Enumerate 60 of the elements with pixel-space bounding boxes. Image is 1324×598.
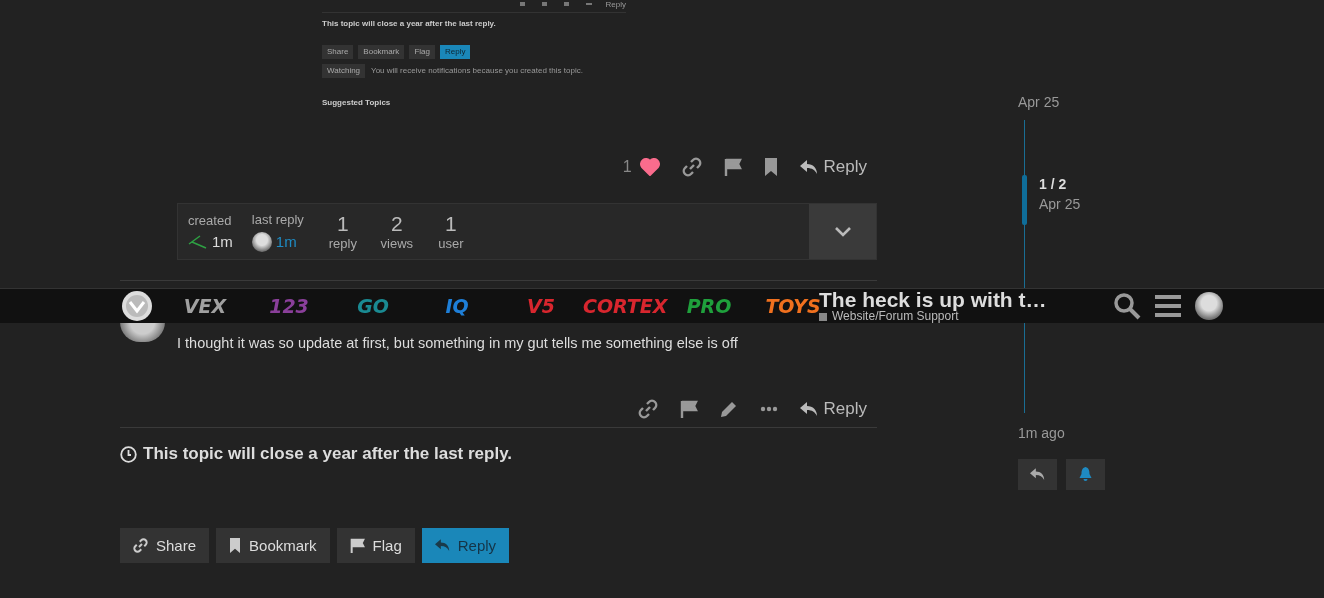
- product-logo[interactable]: VEX: [163, 295, 247, 317]
- position-date: Apr 25: [1039, 196, 1081, 212]
- timeline-handle[interactable]: [1022, 174, 1027, 225]
- clock-icon: [120, 445, 137, 463]
- chevron-icon: [833, 225, 852, 238]
- share-button[interactable]: Share: [120, 528, 210, 563]
- flag-icon: [349, 538, 365, 553]
- product-logo[interactable]: IQ: [415, 295, 499, 317]
- reply-button[interactable]: Reply: [799, 157, 867, 177]
- edit-icon[interactable]: [719, 400, 738, 418]
- product-logo[interactable]: PRO: [667, 295, 751, 317]
- chevron-logo-icon[interactable]: [121, 290, 153, 322]
- reply-icon: [799, 159, 818, 175]
- product-logo[interactable]: V5: [499, 295, 583, 317]
- menu-icon[interactable]: [1155, 295, 1181, 317]
- post-position: 1 / 2: [1039, 176, 1068, 192]
- bookmark-icon[interactable]: [763, 158, 778, 176]
- last-activity-time[interactable]: 1m ago: [1018, 425, 1118, 441]
- product-logo[interactable]: CORTEX: [583, 295, 667, 317]
- section-heading: Suggested Topics: [322, 98, 392, 108]
- reply-button[interactable]: Reply: [421, 528, 510, 563]
- topic-title[interactable]: The heck is up with t…: [819, 289, 1099, 310]
- reply-button[interactable]: Reply: [799, 399, 867, 419]
- user-avatar[interactable]: [1195, 292, 1223, 320]
- created-label: created: [188, 213, 233, 228]
- link-icon[interactable]: [681, 157, 702, 177]
- flag-icon[interactable]: [679, 400, 698, 418]
- reply-button[interactable]: [1018, 459, 1057, 490]
- heart-icon[interactable]: [639, 158, 660, 176]
- flag-button[interactable]: Flag: [336, 528, 415, 563]
- product-logo[interactable]: GO: [331, 295, 415, 317]
- closing-notice: This topic will close a year after the last reply.: [143, 444, 513, 464]
- stat-label: views: [380, 236, 414, 251]
- user-avatar[interactable]: [120, 322, 165, 342]
- search-icon[interactable]: [1113, 292, 1141, 320]
- closing-notice: This topic will close a year after the last reply.: [322, 19, 497, 29]
- flag-icon[interactable]: [723, 158, 742, 176]
- stat-label: reply: [328, 236, 357, 251]
- bookmark-button[interactable]: Bookmark: [216, 528, 330, 563]
- start-date[interactable]: Apr 25: [1018, 94, 1118, 110]
- like-count: 1: [622, 158, 632, 176]
- stat-label: user: [438, 236, 464, 251]
- last-reply-time: 1m: [275, 233, 297, 250]
- link-icon[interactable]: [637, 399, 658, 419]
- bookmark-icon: [229, 538, 242, 553]
- bell-icon: [1079, 467, 1092, 482]
- stat-number: 1: [445, 212, 457, 236]
- created-time: 1m: [212, 233, 233, 250]
- stat-number: 1: [337, 212, 349, 236]
- last-reply-label: last reply: [251, 211, 304, 227]
- reply-icon: [434, 539, 450, 552]
- category-link[interactable]: Website/Forum Support: [819, 310, 1099, 323]
- notification-bell-button[interactable]: [1066, 459, 1105, 490]
- reply-icon: [1030, 468, 1045, 481]
- link-icon: [133, 538, 148, 553]
- stat-number: 2: [391, 212, 403, 236]
- notification-text: You will receive notifications because you created this topic.: [371, 66, 583, 76]
- more-icon[interactable]: [759, 406, 778, 412]
- reply-icon: [799, 401, 818, 417]
- post-text: I thought it was so update at first, but something in my gut tells me something else is off: [177, 335, 738, 351]
